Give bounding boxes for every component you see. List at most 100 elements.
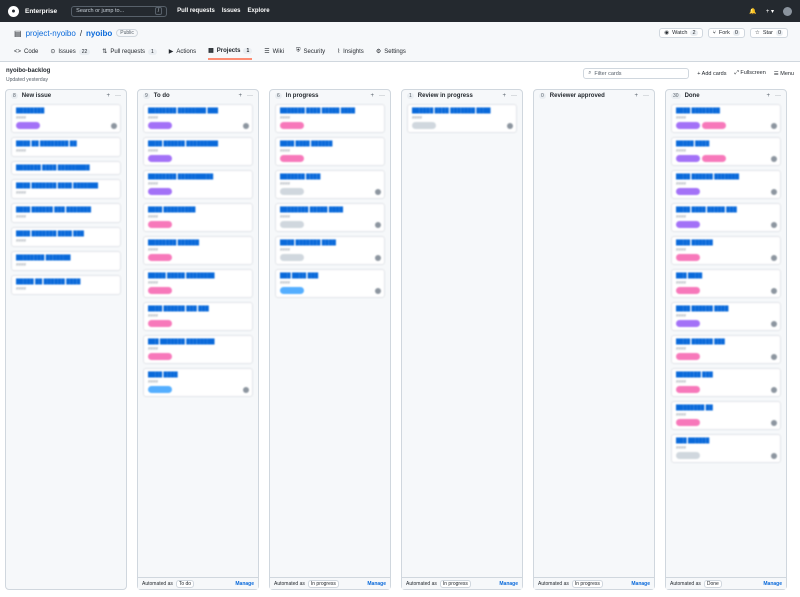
fork-button[interactable]: ⑂ Fork 0 bbox=[707, 28, 745, 38]
card-title[interactable]: ██████ ████ ███████ ████ bbox=[412, 108, 512, 114]
card-label[interactable] bbox=[280, 122, 304, 129]
card-title[interactable]: ████████ █████ ████ bbox=[280, 207, 380, 213]
issue-card[interactable]: ████████ ██████ #### bbox=[143, 236, 253, 265]
add-card-icon[interactable]: + bbox=[634, 93, 638, 99]
card-title[interactable]: █████ █████ ████████ bbox=[148, 273, 248, 279]
tab-settings[interactable]: ⚙ Settings bbox=[376, 47, 406, 60]
assignee-avatar[interactable] bbox=[771, 189, 777, 195]
card-title[interactable]: ███████ ████ █████████ bbox=[16, 165, 116, 171]
card-title[interactable]: ███ ██████ bbox=[676, 438, 776, 444]
fullscreen-button[interactable]: ⤢ Fullscreen bbox=[734, 70, 765, 77]
star-button[interactable]: ☆ Star 0 bbox=[749, 28, 788, 38]
card-label[interactable] bbox=[676, 386, 700, 393]
assignee-avatar[interactable] bbox=[771, 123, 777, 129]
assignee-avatar[interactable] bbox=[771, 354, 777, 360]
repo-owner-link[interactable]: project-nyoibo bbox=[26, 29, 76, 38]
card-label[interactable] bbox=[148, 221, 172, 228]
issue-card[interactable]: ███████ ████ █████ ████ #### bbox=[275, 104, 385, 133]
card-title[interactable]: ████ ██████ bbox=[676, 240, 776, 246]
card-label[interactable] bbox=[280, 287, 304, 294]
issue-card[interactable]: ███ ███████ ████████ #### bbox=[143, 335, 253, 364]
issue-card[interactable]: ████ ███████ ████ ███ #### bbox=[11, 227, 121, 247]
assignee-avatar[interactable] bbox=[507, 123, 513, 129]
card-title[interactable]: ████ ████ █████ ███ bbox=[676, 207, 776, 213]
assignee-avatar[interactable] bbox=[375, 222, 381, 228]
assignee-avatar[interactable] bbox=[771, 453, 777, 459]
menu-button[interactable]: ☰ Menu bbox=[774, 71, 794, 77]
add-card-icon[interactable]: + bbox=[238, 93, 242, 99]
manage-automation-link[interactable]: Manage bbox=[367, 581, 386, 587]
card-title[interactable]: ███████ ████ █████ ████ bbox=[280, 108, 380, 114]
tab-wiki[interactable]: ☰ Wiki bbox=[264, 47, 284, 60]
card-label[interactable] bbox=[676, 188, 700, 195]
card-title[interactable]: ████ ██████ █████████ bbox=[148, 141, 248, 147]
card-title[interactable]: ████████ bbox=[16, 108, 116, 114]
card-label[interactable] bbox=[16, 122, 40, 129]
issue-card[interactable]: ████████ #### bbox=[11, 104, 121, 133]
issue-card[interactable]: ██████ ████ ███████ ████ #### bbox=[407, 104, 517, 133]
card-label[interactable] bbox=[148, 254, 172, 261]
card-label[interactable] bbox=[676, 419, 700, 426]
card-label[interactable] bbox=[280, 155, 304, 162]
issue-card[interactable]: ████ ██████ #### bbox=[671, 236, 781, 265]
card-title[interactable]: ████ ███████ ████ ███████ bbox=[16, 183, 116, 189]
card-label[interactable] bbox=[702, 155, 726, 162]
add-card-icon[interactable]: + bbox=[370, 93, 374, 99]
issue-card[interactable]: ████████ ██████████ #### bbox=[143, 170, 253, 199]
card-title[interactable]: ███ ████ bbox=[676, 273, 776, 279]
issue-card[interactable]: ████ ███████ ████ ███████ #### bbox=[11, 179, 121, 199]
issue-card[interactable]: ████ █████████ #### bbox=[143, 203, 253, 232]
issue-card[interactable]: ████ ██████ ████ #### bbox=[671, 302, 781, 331]
issue-card[interactable]: █████ ██ ██████ ████ #### bbox=[11, 275, 121, 295]
nav-pull-requests[interactable]: Pull requests bbox=[177, 8, 215, 14]
assignee-avatar[interactable] bbox=[375, 288, 381, 294]
tab-code[interactable]: <> Code bbox=[14, 47, 38, 60]
issue-card[interactable]: ████ ████████ #### bbox=[671, 104, 781, 133]
more-options-icon[interactable]: ··· bbox=[643, 93, 649, 99]
tab-insights[interactable]: ⌇ Insights bbox=[337, 47, 364, 60]
card-title[interactable]: ████ ██████ ███ ███████ bbox=[16, 207, 116, 213]
issue-card[interactable]: ████ ████ ██████ #### bbox=[275, 137, 385, 166]
issue-card[interactable]: ████ ██████ ███ ███ #### bbox=[143, 302, 253, 331]
issue-card[interactable]: █████ █████ ████████ #### bbox=[143, 269, 253, 298]
card-title[interactable]: ███ ███████ ████████ bbox=[148, 339, 248, 345]
issue-card[interactable]: ████████ ████████ ███ #### bbox=[143, 104, 253, 133]
issue-card[interactable]: ████ ██████ ███ #### bbox=[671, 335, 781, 364]
card-label[interactable] bbox=[702, 122, 726, 129]
assignee-avatar[interactable] bbox=[771, 387, 777, 393]
assignee-avatar[interactable] bbox=[243, 387, 249, 393]
more-options-icon[interactable]: ··· bbox=[115, 93, 121, 99]
card-title[interactable]: ████ ████████ bbox=[676, 108, 776, 114]
card-title[interactable]: ████████ ████████ ███ bbox=[148, 108, 248, 114]
card-title[interactable]: ████████ ██████ bbox=[148, 240, 248, 246]
issue-card[interactable]: ████ ██████ ███████ #### bbox=[671, 170, 781, 199]
card-label[interactable] bbox=[676, 254, 700, 261]
assignee-avatar[interactable] bbox=[771, 420, 777, 426]
card-label[interactable] bbox=[412, 122, 436, 129]
add-card-icon[interactable]: + bbox=[106, 93, 110, 99]
add-cards-button[interactable]: + Add cards bbox=[697, 71, 726, 77]
card-label[interactable] bbox=[148, 287, 172, 294]
card-title[interactable]: ████ ██████ ███ ███ bbox=[148, 306, 248, 312]
card-label[interactable] bbox=[676, 320, 700, 327]
tab-projects[interactable]: ▦ Projects 1 bbox=[208, 47, 253, 60]
more-options-icon[interactable]: ··· bbox=[247, 93, 253, 99]
card-title[interactable]: ███████ ███ bbox=[676, 372, 776, 378]
card-label[interactable] bbox=[676, 122, 700, 129]
card-label[interactable] bbox=[148, 320, 172, 327]
card-title[interactable]: ████ ███████ ████ ███ bbox=[16, 231, 116, 237]
card-title[interactable]: ████████ ██ bbox=[676, 405, 776, 411]
bell-icon[interactable]: 🔔 bbox=[749, 8, 756, 15]
issue-card[interactable]: ████ ██ ████████ ██ #### bbox=[11, 137, 121, 157]
card-title[interactable]: ████ ██ ████████ ██ bbox=[16, 141, 116, 147]
assignee-avatar[interactable] bbox=[771, 321, 777, 327]
card-label[interactable] bbox=[280, 221, 304, 228]
issue-card[interactable]: ████ ███████ ████ #### bbox=[275, 236, 385, 265]
card-title[interactable]: ████████ ██████████ bbox=[148, 174, 248, 180]
card-title[interactable]: ████ ███████ ████ bbox=[280, 240, 380, 246]
card-label[interactable] bbox=[676, 353, 700, 360]
filter-cards-input[interactable]: ⌕ Filter cards bbox=[583, 68, 690, 79]
card-label[interactable] bbox=[148, 122, 172, 129]
card-label[interactable] bbox=[148, 353, 172, 360]
user-avatar[interactable] bbox=[783, 6, 792, 16]
